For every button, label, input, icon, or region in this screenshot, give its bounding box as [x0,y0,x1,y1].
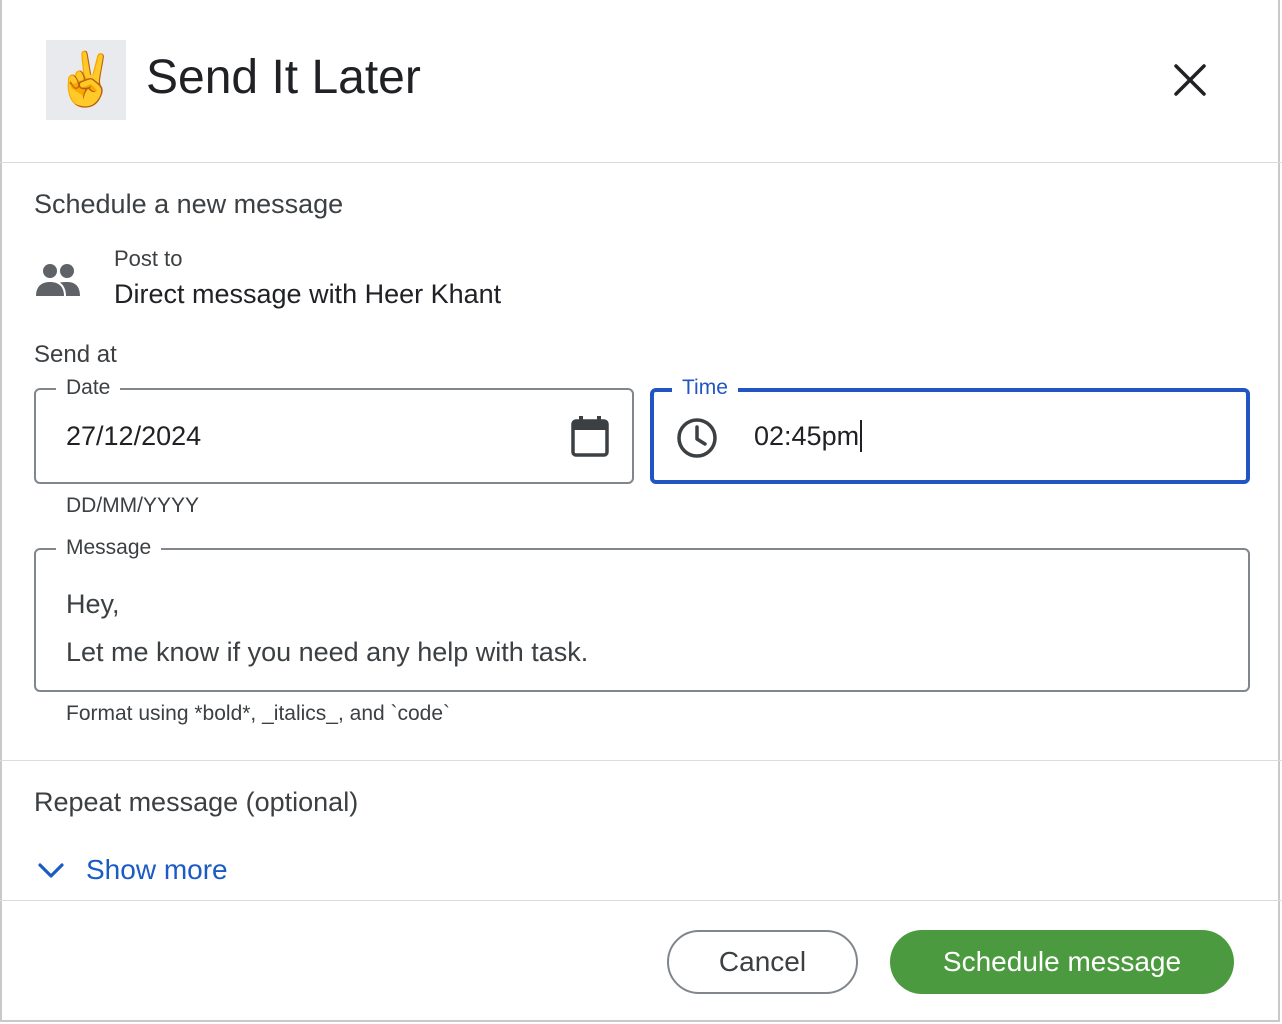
section-divider [0,760,1282,761]
post-to-value: Direct message with Heer Khant [114,279,502,309]
show-more-label: Show more [86,854,228,885]
clock-icon [677,418,717,458]
dialog-title: Send It Later [146,51,421,104]
time-value-text: 02:45pm [754,421,860,451]
footer-divider [0,900,1282,901]
text-cursor [860,419,863,452]
time-field-value[interactable]: 02:45pm [754,419,863,452]
message-field[interactable]: Message Hey, Let me know if you need any… [34,536,1250,692]
send-at-label: Send at [34,341,117,368]
date-field-legend: Date [56,376,121,400]
cancel-button[interactable]: Cancel [667,930,858,994]
date-field-value[interactable]: 27/12/2024 [66,421,201,452]
message-text[interactable]: Hey, Let me know if you need any help wi… [66,580,588,676]
message-line: Let me know if you need any help with ta… [66,637,589,667]
people-icon [36,264,80,296]
calendar-icon[interactable] [570,414,610,458]
close-button[interactable] [1162,52,1218,108]
message-field-legend: Message [56,536,162,560]
format-hint: Format using *bold*, _italics_, and `cod… [66,702,451,725]
show-more-toggle[interactable]: Show more [34,848,228,892]
message-line: Hey, [66,589,120,619]
date-format-hint: DD/MM/YYYY [66,494,200,517]
close-icon [1174,64,1206,96]
post-to-label: Post to [114,246,183,271]
time-field[interactable]: Time 02:45pm [650,376,1250,484]
time-field-legend: Time [672,376,738,400]
chevron-down-icon [38,863,64,878]
section-heading-schedule: Schedule a new message [34,189,344,219]
date-field[interactable]: Date 27/12/2024 [34,376,634,484]
dialog-header: ✌️ Send It Later [0,0,1282,163]
schedule-message-button[interactable]: Schedule message [890,930,1234,994]
app-logo: ✌️ [46,40,126,120]
section-heading-repeat: Repeat message (optional) [34,787,359,817]
